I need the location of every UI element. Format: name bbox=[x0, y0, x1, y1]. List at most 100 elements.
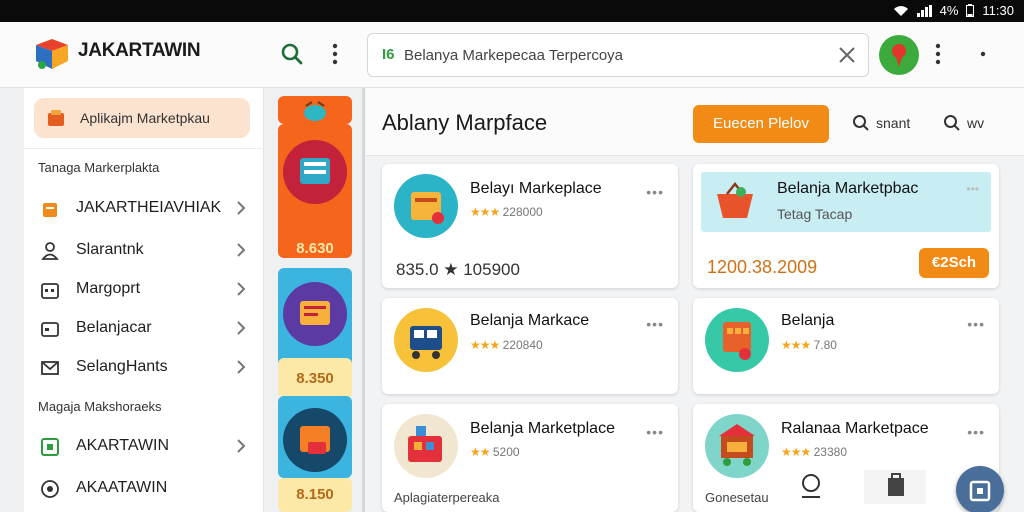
sidebar-item-person[interactable]: Slarantnk bbox=[24, 231, 264, 269]
mail-icon bbox=[41, 361, 59, 375]
battery-icon bbox=[966, 4, 975, 17]
product-thumbnail bbox=[705, 414, 769, 478]
clock: 11:30 bbox=[982, 3, 1014, 18]
divider bbox=[24, 148, 264, 149]
category-tile-3[interactable] bbox=[278, 396, 352, 478]
product-card[interactable]: Belayı Markeplace ★★★ 228000 ••• 835.0 ★… bbox=[382, 164, 678, 288]
chip-label: Aplikajm Marketpkau bbox=[80, 110, 210, 126]
signal-icon bbox=[916, 4, 932, 17]
category-price: 8.630 bbox=[296, 240, 334, 257]
app-logo bbox=[36, 39, 68, 69]
chevron-right-icon bbox=[237, 360, 246, 374]
filter-link-1[interactable]: snant bbox=[852, 114, 910, 132]
sidebar-item-mail[interactable]: SelangHants bbox=[24, 348, 264, 386]
sidebar-item-card[interactable]: Belanjacar bbox=[24, 309, 264, 347]
menu-dot-icon[interactable] bbox=[978, 42, 988, 66]
product-thumbnail bbox=[394, 414, 458, 478]
search-icon[interactable] bbox=[280, 42, 304, 66]
marketplace-chip[interactable]: Aplikajm Marketpkau bbox=[34, 98, 250, 138]
category-price: 8.150 bbox=[296, 486, 334, 503]
rating-count: 228000 bbox=[502, 205, 543, 219]
product-title: Belayı Markeplace bbox=[470, 180, 602, 197]
chevron-right-icon bbox=[237, 201, 246, 215]
sidebar-item-app[interactable]: AKARTAWIN bbox=[24, 427, 264, 465]
more-horiz-icon[interactable]: ••• bbox=[646, 424, 664, 440]
shop-icon bbox=[48, 110, 64, 126]
more-horiz-icon[interactable]: ••• bbox=[967, 316, 985, 332]
product-card[interactable]: Belanja ★★★ 7.80 ••• bbox=[693, 298, 999, 394]
chevron-right-icon bbox=[237, 439, 246, 453]
column-divider bbox=[362, 88, 365, 512]
app-title: JAKARTAWIN bbox=[78, 40, 201, 61]
rating-count: 7.80 bbox=[813, 338, 837, 352]
main-content: Ablany Marpface Euecen Plelov snant wv B… bbox=[366, 88, 1024, 512]
chevron-right-icon bbox=[237, 282, 246, 296]
app-icon bbox=[41, 438, 59, 456]
person-icon bbox=[41, 242, 59, 260]
category-price-band-2: 8.350 bbox=[278, 358, 352, 398]
sidebar-item-store[interactable]: JAKARTHEIAVHIAK bbox=[24, 189, 264, 227]
product-price: 1200.38.2009 bbox=[707, 257, 818, 277]
filter-link-label: snant bbox=[876, 115, 911, 131]
star-icons: ★★★ bbox=[781, 445, 811, 459]
more-vert-icon[interactable] bbox=[330, 42, 340, 66]
sidebar-item-label: SelangHants bbox=[76, 358, 168, 375]
sidebar-item-calendar[interactable]: Margoprt bbox=[24, 270, 264, 308]
rating-count: 220840 bbox=[502, 338, 543, 352]
product-rating: ★★★ 23380 bbox=[781, 445, 847, 459]
search-prefix: I6 bbox=[382, 46, 395, 63]
shop-icon bbox=[411, 192, 444, 224]
basket-icon bbox=[717, 181, 753, 218]
more-vert-icon-2[interactable] bbox=[933, 42, 943, 66]
app-bar: JAKARTAWIN I6 Belanya Markepecaa Terperc… bbox=[0, 22, 1024, 88]
basket-icon bbox=[283, 408, 347, 472]
filter-link-2[interactable]: wv bbox=[943, 114, 984, 132]
sidebar-item-label: Slarantnk bbox=[76, 241, 144, 258]
product-rating: ★★★ 228000 bbox=[470, 205, 543, 219]
category-price: 8.350 bbox=[296, 370, 334, 387]
receipt-icon bbox=[283, 282, 347, 346]
store-icon bbox=[43, 203, 57, 217]
bag-icon bbox=[969, 480, 991, 502]
search-query: Belanya Markepecaa Terpercoya bbox=[404, 47, 624, 64]
category-tile-1[interactable]: 8.630 bbox=[278, 124, 352, 258]
calendar-icon bbox=[41, 283, 59, 299]
more-horiz-icon[interactable]: ••• bbox=[646, 316, 664, 332]
store-icon bbox=[723, 322, 751, 360]
cart-fab-button[interactable] bbox=[956, 466, 1004, 512]
product-price: 835.0 ★ 105900 bbox=[396, 260, 520, 279]
basket-icon bbox=[304, 101, 326, 121]
product-card[interactable]: Belanja Marketplace ★★ 5200 ••• Aplagiat… bbox=[382, 404, 678, 512]
product-thumbnail bbox=[394, 174, 458, 238]
chevron-right-icon bbox=[237, 321, 246, 335]
sidebar-item-label: Margoprt bbox=[76, 280, 141, 297]
sidebar-item-settings[interactable]: AKAATAWIN bbox=[24, 469, 264, 507]
page-title: Ablany Marpface bbox=[382, 110, 548, 135]
primary-button[interactable]: Euecen Plelov bbox=[693, 105, 829, 143]
product-caption: Aplagiaterpereaka bbox=[394, 490, 500, 505]
category-column: 8.630 8.350 8.150 bbox=[278, 96, 352, 512]
more-horiz-icon[interactable]: ••• bbox=[967, 424, 985, 440]
product-card[interactable]: Belanja Marketpbac Tetag Tacap ••• 1200.… bbox=[693, 164, 999, 288]
shop-bag-icon bbox=[888, 473, 904, 496]
more-horiz-icon[interactable]: ••• bbox=[966, 182, 979, 196]
star-icons: ★★★ bbox=[781, 338, 811, 352]
search-icon bbox=[944, 115, 960, 131]
sidebar: Aplikajm Marketpkau Tanaga Markerplakta … bbox=[24, 88, 264, 512]
product-card[interactable]: Ralanaa Marketpace ★★★ 23380 ••• Goneset… bbox=[693, 404, 999, 512]
nav-store-button[interactable] bbox=[864, 470, 926, 504]
avatar[interactable] bbox=[879, 35, 919, 75]
product-rating: ★★ 5200 bbox=[470, 445, 520, 459]
clear-icon[interactable] bbox=[836, 44, 858, 66]
wifi-icon bbox=[893, 5, 908, 16]
category-top-tile[interactable] bbox=[278, 96, 352, 124]
product-thumbnail bbox=[705, 308, 769, 372]
product-card[interactable]: Belanja Markace ★★★ 220840 ••• bbox=[382, 298, 678, 394]
star-icons: ★★ bbox=[470, 445, 490, 459]
search-input[interactable]: I6 Belanya Markepecaa Terpercoya bbox=[367, 33, 869, 77]
more-horiz-icon[interactable]: ••• bbox=[646, 184, 664, 200]
star-icons: ★★★ bbox=[470, 205, 500, 219]
price-badge[interactable]: €2Sch bbox=[919, 248, 989, 278]
market-stall-icon bbox=[408, 426, 442, 462]
nav-home-button[interactable] bbox=[794, 470, 828, 504]
